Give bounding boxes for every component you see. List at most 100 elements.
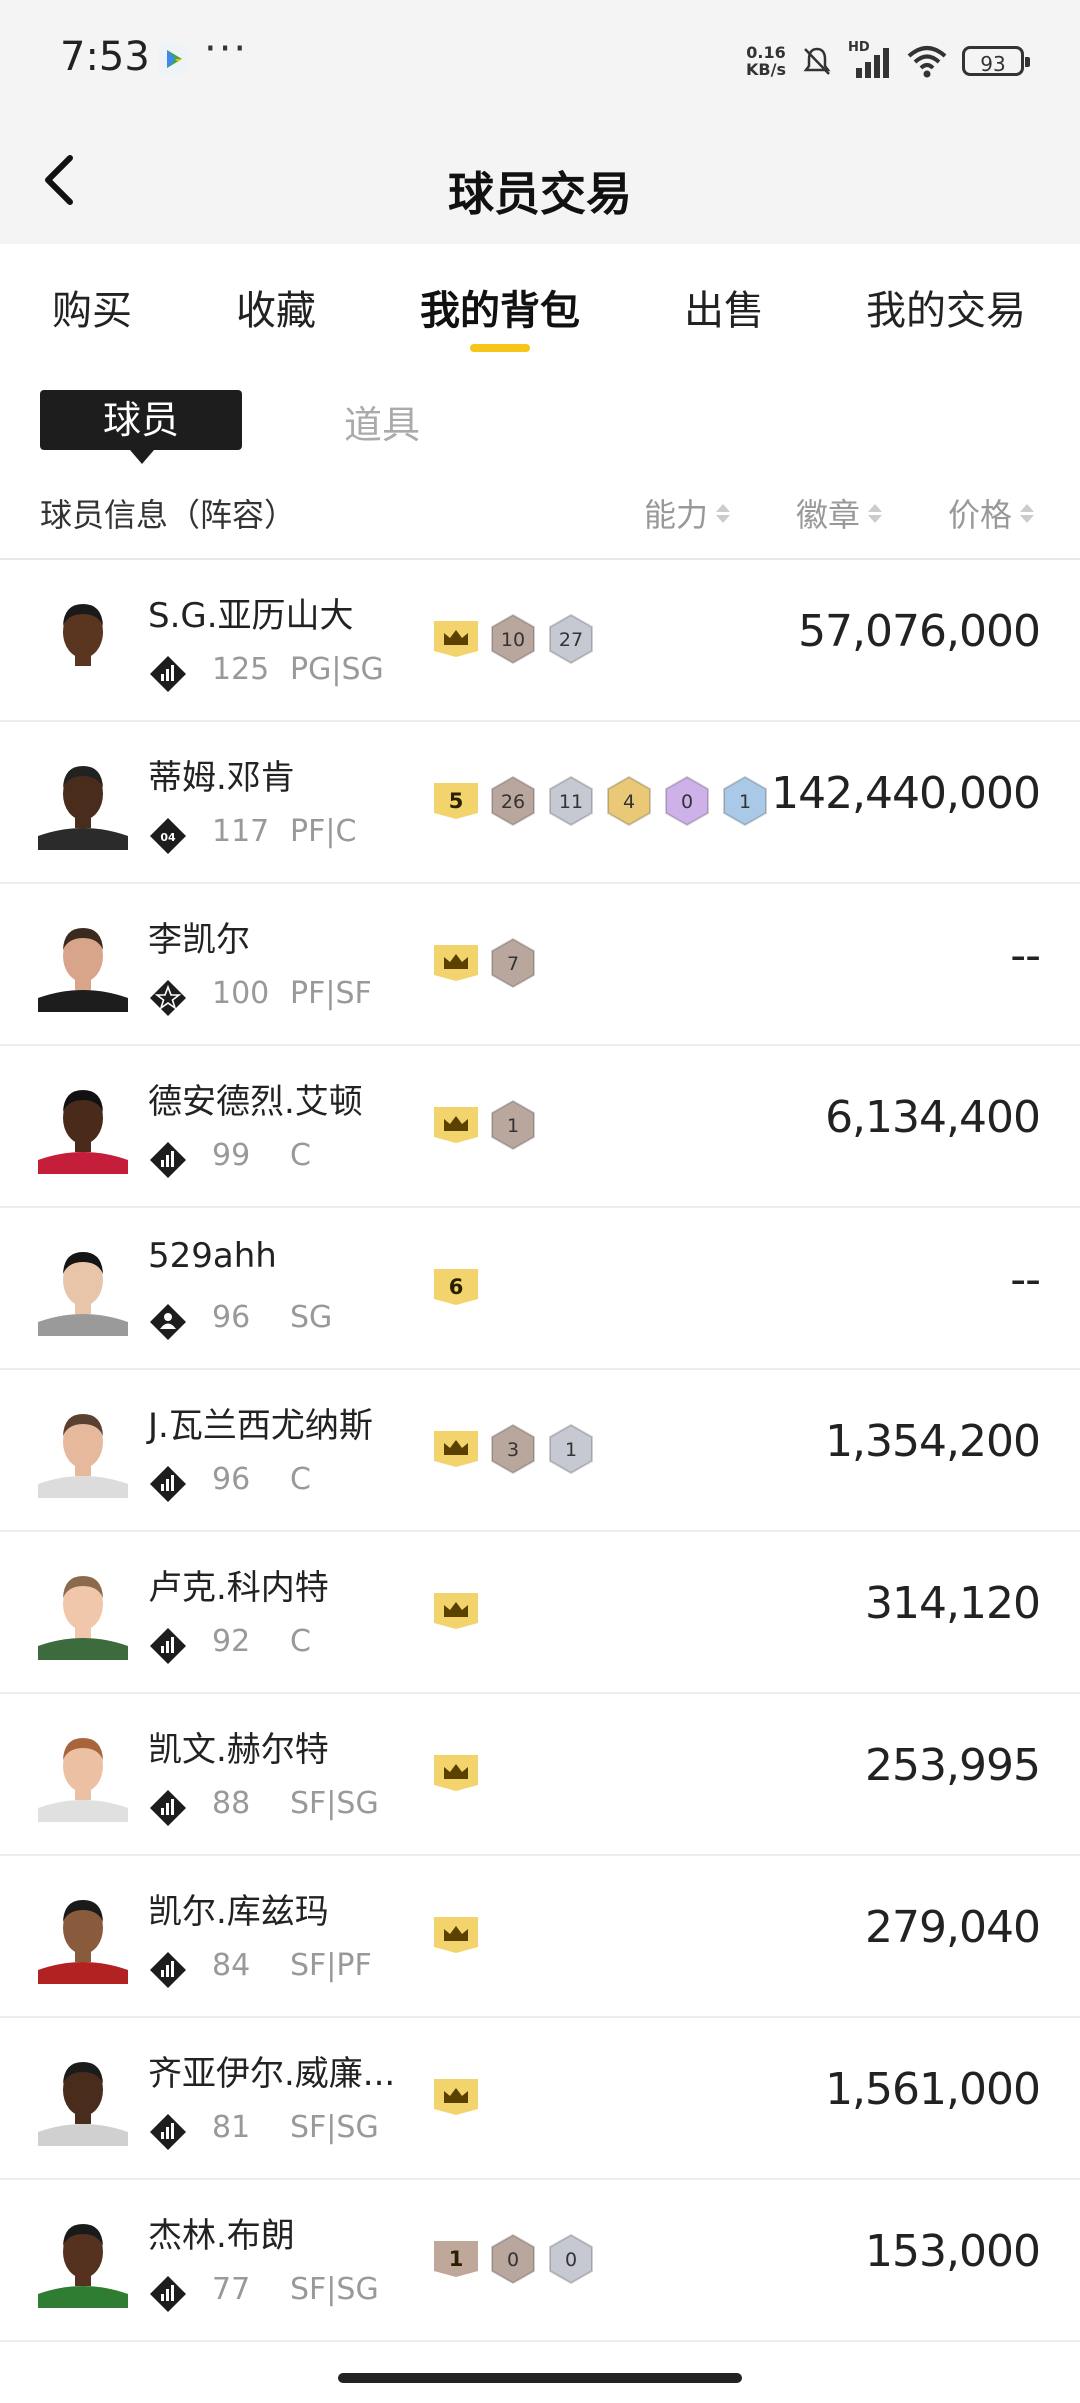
player-tier-icon (148, 2112, 188, 2152)
hex-count-badge: 27 (549, 613, 593, 665)
player-row[interactable]: S.G.亚历山大 125 PG|SG 10 27 57,076,000 (0, 560, 1080, 722)
player-name: S.G.亚历山大 (148, 596, 354, 636)
tab-buy[interactable]: 购买 (52, 278, 132, 336)
player-name: J.瓦兰西尤纳斯 (148, 1406, 373, 1446)
player-price: -- (1010, 1254, 1041, 1305)
column-headers: 球员信息（阵容） 能力 徽章 价格 (0, 468, 1080, 560)
player-price: 253,995 (865, 1740, 1041, 1791)
svg-text:11: 11 (559, 791, 583, 813)
sort-arrows-icon (868, 503, 883, 523)
player-tier-icon (148, 978, 188, 1018)
svg-text:0: 0 (565, 2249, 577, 2271)
svg-text:1: 1 (739, 791, 751, 813)
sub-tabs: 球员 道具 (0, 364, 1080, 464)
mute-bell-icon (803, 47, 831, 75)
player-position: PG|SG (290, 652, 384, 687)
player-rating: 117 (212, 814, 270, 849)
tab-sell[interactable]: 出售 (684, 278, 764, 336)
column-ability-label: 能力 (644, 496, 709, 534)
sort-arrows-icon (716, 503, 731, 523)
player-badges: 7 (432, 937, 538, 989)
status-time: 7:53 (60, 34, 150, 80)
speed-value: 0.16 (746, 43, 786, 62)
svg-text:5: 5 (449, 789, 464, 813)
tab-my-backpack[interactable]: 我的背包 (420, 278, 580, 336)
player-rating: 77 (212, 2272, 251, 2307)
signal-icon (856, 48, 889, 78)
player-row[interactable]: 杰林.布朗 77 SF|SG 1 0 0 153,000 (0, 2180, 1080, 2342)
player-position: C (290, 1462, 311, 1497)
player-row[interactable]: 德安德烈.艾顿 99 C 1 6,134,400 (0, 1046, 1080, 1208)
player-avatar (38, 2212, 128, 2308)
player-row[interactable]: 凯文.赫尔特 88 SF|SG 253,995 (0, 1694, 1080, 1856)
player-avatar (38, 1564, 128, 1660)
level-shield-badge: 1 (434, 2241, 478, 2277)
svg-text:1: 1 (507, 1115, 519, 1137)
player-price: 279,040 (865, 1902, 1041, 1953)
player-name: 蒂姆.邓肯 (148, 758, 295, 798)
crown-badge-icon (434, 1755, 478, 1791)
player-row[interactable]: 凯尔.库兹玛 84 SF|PF 279,040 (0, 1856, 1080, 2018)
crown-badge-icon (434, 1107, 478, 1143)
column-price-sort[interactable]: 价格 (948, 490, 1035, 536)
player-price: -- (1010, 930, 1041, 981)
player-row[interactable]: 卢克.科内特 92 C 314,120 (0, 1532, 1080, 1694)
level-shield-badge: 5 (434, 783, 478, 819)
player-avatar (38, 1402, 128, 1498)
column-badge-label: 徽章 (796, 496, 861, 534)
player-row[interactable]: 齐亚伊尔.威廉... 81 SF|SG 1,561,000 (0, 2018, 1080, 2180)
player-badges: 5 26 11 4 0 1 (432, 775, 770, 827)
subtab-items[interactable]: 道具 (344, 394, 420, 449)
player-name: 李凯尔 (148, 920, 250, 960)
player-tier-icon (148, 1464, 188, 1504)
player-rating: 88 (212, 1786, 251, 1821)
crown-badge-icon (434, 945, 478, 981)
player-row[interactable]: 529ahh 96 SG 6 -- (0, 1208, 1080, 1370)
svg-text:0: 0 (507, 2249, 519, 2271)
player-tier-icon (148, 654, 188, 694)
player-tier-icon (148, 1788, 188, 1828)
status-bar: 7:53 ··· 0.16 KB/s HD 93 (0, 0, 1080, 120)
home-indicator[interactable] (338, 2373, 742, 2383)
player-avatar (38, 916, 128, 1012)
player-badges: 6 (432, 1262, 480, 1312)
column-ability-sort[interactable]: 能力 (644, 490, 731, 536)
column-price-label: 价格 (948, 496, 1013, 534)
hex-count-badge: 0 (549, 2233, 593, 2285)
speed-unit: KB/s (746, 60, 786, 79)
svg-text:1: 1 (449, 2247, 464, 2271)
player-rating: 125 (212, 652, 270, 687)
tab-favorites[interactable]: 收藏 (236, 278, 316, 336)
player-avatar (38, 592, 128, 688)
battery-icon: 93 (962, 46, 1030, 76)
player-tier-icon (148, 2274, 188, 2314)
column-player-info: 球员信息（阵容） (40, 496, 297, 534)
player-rating: 84 (212, 1948, 251, 1983)
player-list: S.G.亚历山大 125 PG|SG 10 27 57,076,000 蒂姆.邓肯 04 117… (0, 560, 1080, 2342)
player-position: PF|SF (290, 976, 372, 1011)
player-row[interactable]: 李凯尔 100 PF|SF 7 -- (0, 884, 1080, 1046)
player-row[interactable]: J.瓦兰西尤纳斯 96 C 3 1 1,354,200 (0, 1370, 1080, 1532)
more-notifications-icon: ··· (204, 26, 249, 72)
player-position: PF|C (290, 814, 357, 849)
player-position: SF|SG (290, 1786, 379, 1821)
hex-count-badge: 11 (549, 775, 593, 827)
hex-count-badge: 1 (723, 775, 767, 827)
network-speed: 0.16 KB/s (746, 44, 786, 78)
player-rating: 100 (212, 976, 270, 1011)
crown-badge-icon (434, 621, 478, 657)
tab-my-trades[interactable]: 我的交易 (866, 278, 1026, 336)
svg-text:6: 6 (449, 1275, 464, 1299)
player-price: 314,120 (865, 1578, 1041, 1629)
subtab-players[interactable]: 球员 (40, 390, 242, 464)
player-position: C (290, 1624, 311, 1659)
svg-text:1: 1 (565, 1439, 577, 1461)
column-badge-sort[interactable]: 徽章 (796, 490, 883, 536)
player-tier-icon: 04 (148, 816, 188, 856)
hex-count-badge: 26 (491, 775, 535, 827)
player-row[interactable]: 蒂姆.邓肯 04 117 PF|C 5 26 11 4 0 1 142,440,000 (0, 722, 1080, 884)
sort-arrows-icon (1020, 503, 1035, 523)
hex-count-badge: 0 (491, 2233, 535, 2285)
player-name: 凯尔.库兹玛 (148, 1892, 329, 1932)
player-avatar (38, 1240, 128, 1336)
